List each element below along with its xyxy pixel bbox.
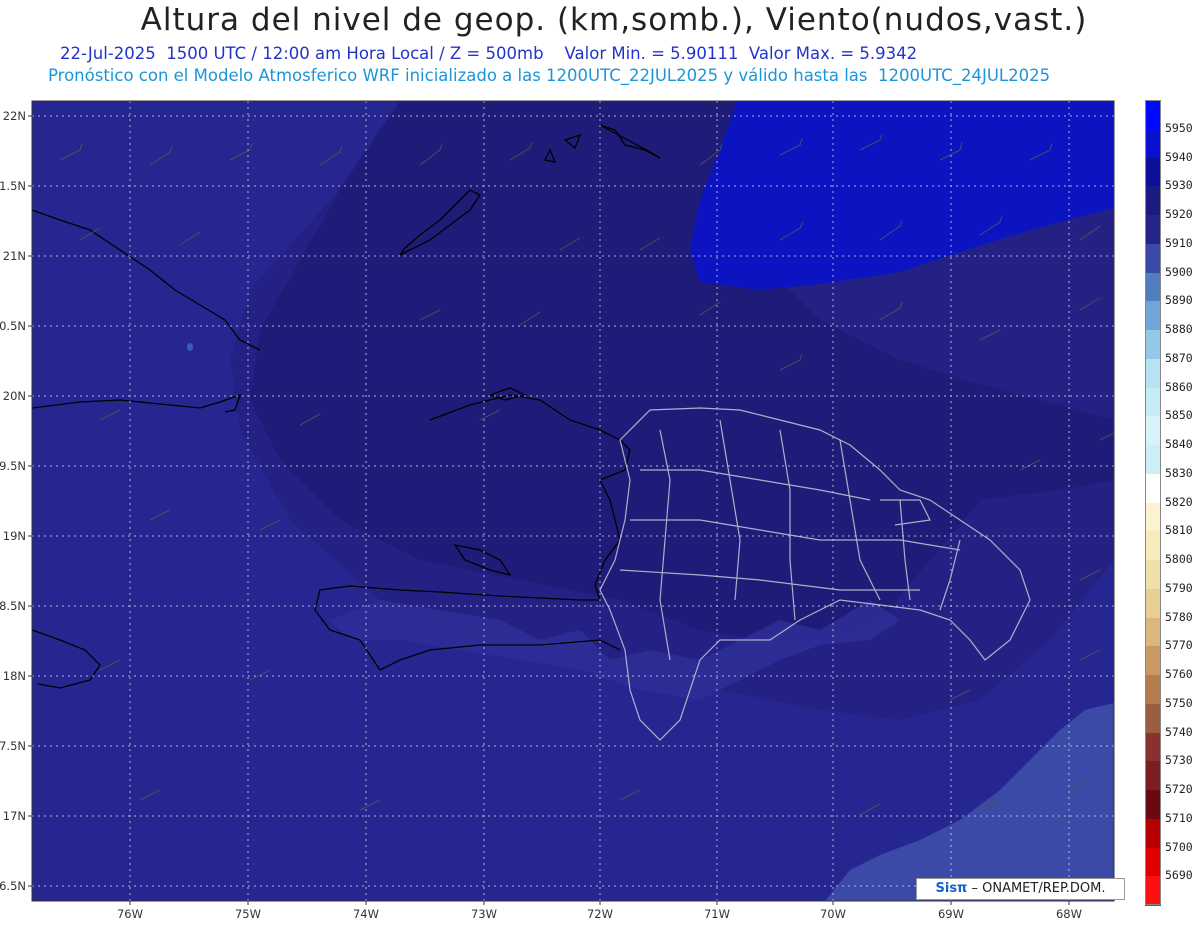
lat-labels: 22N 1.5N 21N 0.5N 20N 9.5N 19N 8.5N 18N … [0, 109, 26, 893]
legend-label: 5750 [1165, 695, 1193, 710]
legend-label: 5820 [1165, 494, 1193, 509]
lon-label: 71W [704, 907, 730, 921]
legend-label: 5770 [1165, 638, 1193, 653]
lat-label: 17N [3, 809, 26, 823]
legend-label: 5740 [1165, 724, 1193, 739]
color-legend: 5950 5940 5930 5920 5910 5900 5890 5880 5870 5860… [1142, 100, 1200, 906]
lat-label: 22N [3, 109, 26, 123]
lat-label: 6.5N [0, 879, 26, 893]
credit-sis: Sisπ [935, 881, 968, 896]
lon-label: 74W [353, 907, 379, 921]
legend-label: 5840 [1165, 437, 1193, 451]
lon-label: 73W [471, 907, 497, 921]
legend-label: 5760 [1165, 667, 1193, 681]
legend-label: 5930 [1165, 178, 1193, 193]
legend-label: 5690 [1165, 868, 1193, 883]
lon-label: 70W [820, 907, 846, 921]
lat-label: 20N [3, 389, 26, 403]
legend-label: 5810 [1165, 523, 1193, 538]
lat-label: 21N [3, 249, 26, 263]
legend-label: 5800 [1165, 552, 1193, 566]
legend-label: 5910 [1165, 235, 1193, 250]
lon-label: 69W [938, 907, 964, 921]
legend-label: 5700 [1165, 839, 1193, 854]
legend-label: 5880 [1165, 322, 1193, 336]
lat-label: 0.5N [0, 319, 26, 333]
lon-labels: 76W 75W 74W 73W 72W 71W 70W 69W 68W [117, 907, 1082, 921]
credit-text: – ONAMET/REP.DOM. [967, 881, 1106, 896]
lat-label: 18N [3, 669, 26, 683]
legend-label: 5790 [1165, 580, 1193, 595]
legend-label: 5730 [1165, 753, 1193, 768]
legend-label: 5920 [1165, 207, 1193, 221]
lon-label: 68W [1056, 907, 1082, 921]
legend-label: 5850 [1165, 408, 1193, 423]
lat-label: 7.5N [0, 739, 26, 753]
lon-label: 75W [235, 907, 261, 921]
credit-box: Sisπ – ONAMET/REP.DOM. [916, 878, 1125, 900]
legend-border [1145, 100, 1161, 905]
legend-label: 5860 [1165, 379, 1193, 394]
lat-label: 1.5N [0, 179, 26, 193]
lon-label: 76W [117, 907, 143, 921]
lat-label: 8.5N [0, 599, 26, 613]
legend-label: 5710 [1165, 810, 1193, 825]
legend-label: 5720 [1165, 782, 1193, 796]
legend-label: 5890 [1165, 293, 1193, 308]
legend-label: 5780 [1165, 609, 1193, 624]
legend-label: 5900 [1165, 264, 1193, 279]
forecast-map: 22N 1.5N 21N 0.5N 20N 9.5N 19N 8.5N 18N … [0, 100, 1115, 921]
field-patch-small [187, 343, 193, 351]
legend-label: 5830 [1165, 465, 1193, 480]
lat-label: 9.5N [0, 459, 26, 473]
lon-label: 72W [587, 907, 613, 921]
legend-label: 5940 [1165, 149, 1193, 164]
legend-label: 5870 [1165, 350, 1193, 365]
legend-label: 5950 [1165, 120, 1193, 135]
lat-label: 19N [3, 529, 26, 543]
